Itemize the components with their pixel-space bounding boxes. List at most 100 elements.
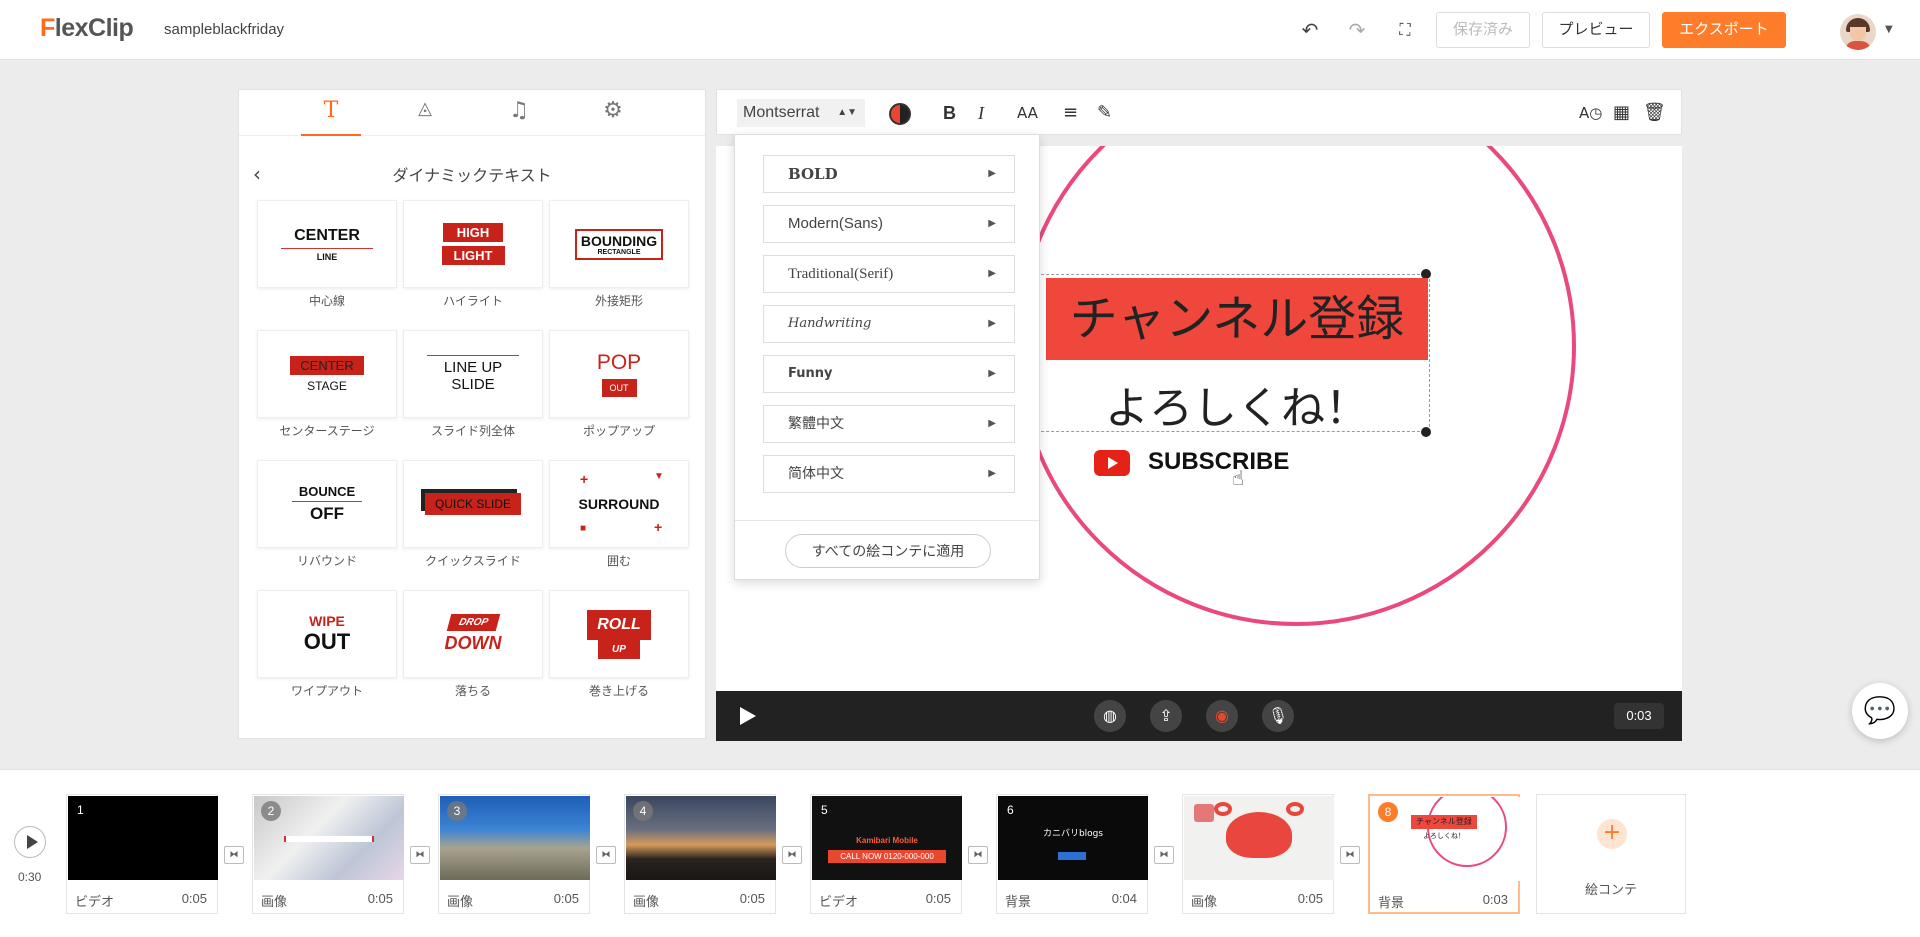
highlight-pen-icon[interactable]: ✎: [1097, 101, 1112, 125]
clip-duration: 0:05: [553, 891, 579, 906]
thumb-text: Kamibari Mobile: [856, 836, 918, 845]
add-storyboard-label: 絵コンテ: [1584, 882, 1637, 897]
bold-icon[interactable]: B: [943, 101, 956, 125]
storyboard-clip[interactable]: 画像 0:05: [1182, 794, 1334, 914]
play-icon[interactable]: [740, 707, 756, 725]
playback-time: 0:03: [1614, 703, 1664, 729]
add-storyboard-button[interactable]: + 絵コンテ: [1536, 794, 1686, 914]
font-select[interactable]: Montserrat ▲▼: [737, 99, 865, 127]
music-tab-icon[interactable]: ♫: [489, 98, 549, 136]
tile-roll-up[interactable]: ROLL UP: [549, 590, 689, 678]
transition-icon[interactable]: ⧓: [1340, 846, 1360, 864]
subscribe-text[interactable]: SUBSCRIBE: [1148, 448, 1289, 476]
chat-icon[interactable]: 💬: [1852, 683, 1908, 739]
storyboard-clip[interactable]: 3 画像 0:05: [438, 794, 590, 914]
font-category-label: Handwriting: [788, 316, 872, 331]
font-category-label: BOLD: [788, 165, 838, 183]
transition-icon[interactable]: ⧓: [596, 846, 616, 864]
tile-bounding[interactable]: BOUNDING RECTANGLE: [549, 200, 689, 288]
project-name[interactable]: sampleblackfriday: [164, 21, 284, 38]
clip-thumbnail: Kamibari Mobile CALL NOW 0120-000-000: [812, 796, 962, 880]
transition-icon[interactable]: ⧓: [968, 846, 988, 864]
transition-icon[interactable]: ⧓: [782, 846, 802, 864]
tile-quick-slide[interactable]: QUICK SLIDE: [403, 460, 543, 548]
storyboard-clip-selected[interactable]: チャンネル登録 よろしくね！ 8 背景 0:03: [1368, 794, 1521, 914]
tile-wipe-out[interactable]: WIPE OUT: [257, 590, 397, 678]
transition-icon[interactable]: ⧓: [1154, 846, 1174, 864]
redo-icon[interactable]: ↷: [1345, 18, 1369, 42]
transition-icon[interactable]: ⧓: [224, 846, 244, 864]
font-category-simplified-chinese[interactable]: 简体中文 ▶: [763, 455, 1015, 493]
text-panel: T ◬ ♫ ⚙ ダイナミックテキスト ‹ CENTER LINE 中心線 HIGH…: [238, 89, 706, 739]
export-button[interactable]: エクスポート: [1662, 12, 1786, 48]
font-category-modern[interactable]: Modern(Sans) ▶: [763, 205, 1015, 243]
flexclip-logo[interactable]: FlexClip: [40, 14, 134, 43]
storyboard-clip[interactable]: カニバリblogs 6 背景 0:04: [996, 794, 1148, 914]
font-category-funny[interactable]: Funny ▶: [763, 355, 1015, 393]
text-toolbar: Montserrat ▲▼ B I AA ≡ ✎ A◷ ▦ 🗑: [716, 89, 1682, 135]
tile-text: STAGE: [307, 378, 347, 393]
clip-type: 画像: [1191, 894, 1218, 909]
tile-text: CENTER: [294, 226, 360, 244]
upload-icon[interactable]: ⇪: [1150, 700, 1182, 732]
tile-highlight[interactable]: HIGH LIGHT: [403, 200, 543, 288]
tile-center-line[interactable]: CENTER LINE: [257, 200, 397, 288]
font-category-label: Modern(Sans): [788, 215, 884, 232]
saved-button[interactable]: 保存済み: [1436, 12, 1530, 48]
trash-icon[interactable]: 🗑: [1643, 101, 1666, 125]
undo-icon[interactable]: ↶: [1298, 18, 1322, 42]
tile-center-stage[interactable]: CENTER STAGE: [257, 330, 397, 418]
italic-icon[interactable]: I: [978, 101, 984, 125]
text-color-picker[interactable]: [889, 103, 911, 125]
tile-drop-down[interactable]: DROP DOWN: [403, 590, 543, 678]
tile-text: LINE UP: [443, 359, 503, 376]
tile-text: ROLL: [587, 609, 651, 640]
clip-duration: 0:03: [1482, 892, 1508, 907]
font-category-handwriting[interactable]: Handwriting ▶: [763, 305, 1015, 343]
back-arrow-icon[interactable]: ‹: [253, 162, 261, 186]
subline-text[interactable]: よろしくね！: [1046, 372, 1428, 436]
storyboard-clip[interactable]: Kamibari Mobile CALL NOW 0120-000-000 5 …: [810, 794, 962, 914]
tile-text: LINE: [316, 251, 338, 262]
clip-type: 背景: [1378, 895, 1405, 910]
grid-icon[interactable]: ▦: [1613, 101, 1630, 125]
fullscreen-icon[interactable]: ⛶: [1393, 18, 1417, 42]
record-icon[interactable]: ◉: [1206, 700, 1238, 732]
font-select-value: Montserrat: [743, 104, 820, 121]
avatar[interactable]: [1840, 14, 1876, 50]
thumb-text: カニバリblogs: [1042, 829, 1104, 839]
clip-duration: 0:05: [367, 891, 393, 906]
font-category-traditional[interactable]: Traditional(Serif) ▶: [763, 255, 1015, 293]
preview-button[interactable]: プレビュー: [1542, 12, 1650, 48]
chevron-down-icon[interactable]: ▼: [1885, 24, 1893, 35]
microphone-icon[interactable]: 🎙: [1262, 700, 1294, 732]
tile-text: RECTANGLE: [597, 248, 641, 256]
elements-tab-icon[interactable]: ◬: [395, 98, 455, 136]
storyboard-clip[interactable]: 2 画像 0:05: [252, 794, 404, 914]
tile-bounce-off[interactable]: BOUNCE OFF: [257, 460, 397, 548]
font-category-bold[interactable]: BOLD ▶: [763, 155, 1015, 193]
settings-tab-icon[interactable]: ⚙: [583, 98, 643, 136]
clip-number: 3: [447, 801, 467, 821]
clip-type: ビデオ: [75, 894, 115, 909]
tile-line-up-slide[interactable]: LINE UP SLIDE: [403, 330, 543, 418]
banner-text[interactable]: チャンネル登録: [1046, 278, 1428, 360]
font-category-traditional-chinese[interactable]: 繁體中文 ▶: [763, 405, 1015, 443]
text-style-icon[interactable]: A◷: [1579, 101, 1602, 125]
font-dropdown: BOLD ▶ Modern(Sans) ▶ Traditional(Serif) ▶ …: [734, 134, 1040, 580]
timeline-play-icon[interactable]: [14, 826, 46, 858]
globe-icon[interactable]: ◍: [1094, 700, 1126, 732]
tile-text: SLIDE: [451, 376, 495, 393]
tile-surround[interactable]: + ▼ SURROUND ■ +: [549, 460, 689, 548]
tile-label: 中心線: [308, 294, 345, 308]
storyboard-clip[interactable]: 1 ビデオ 0:05: [66, 794, 218, 914]
tile-text: CENTER: [290, 355, 364, 375]
align-icon[interactable]: ≡: [1063, 101, 1078, 125]
font-size-icon[interactable]: AA: [1017, 101, 1038, 125]
transition-icon[interactable]: ⧓: [410, 846, 430, 864]
storyboard-clip[interactable]: 4 画像 0:05: [624, 794, 776, 914]
text-tab-icon[interactable]: T: [301, 98, 361, 136]
tile-pop-out[interactable]: POP OUT: [549, 330, 689, 418]
storyboard-timeline: 0:30 1 ビデオ 0:05 ⧓ 2 画像 0:05 ⧓ 3 画像 0:05 …: [0, 769, 1920, 937]
apply-all-button[interactable]: すべての絵コンテに適用: [785, 534, 991, 568]
